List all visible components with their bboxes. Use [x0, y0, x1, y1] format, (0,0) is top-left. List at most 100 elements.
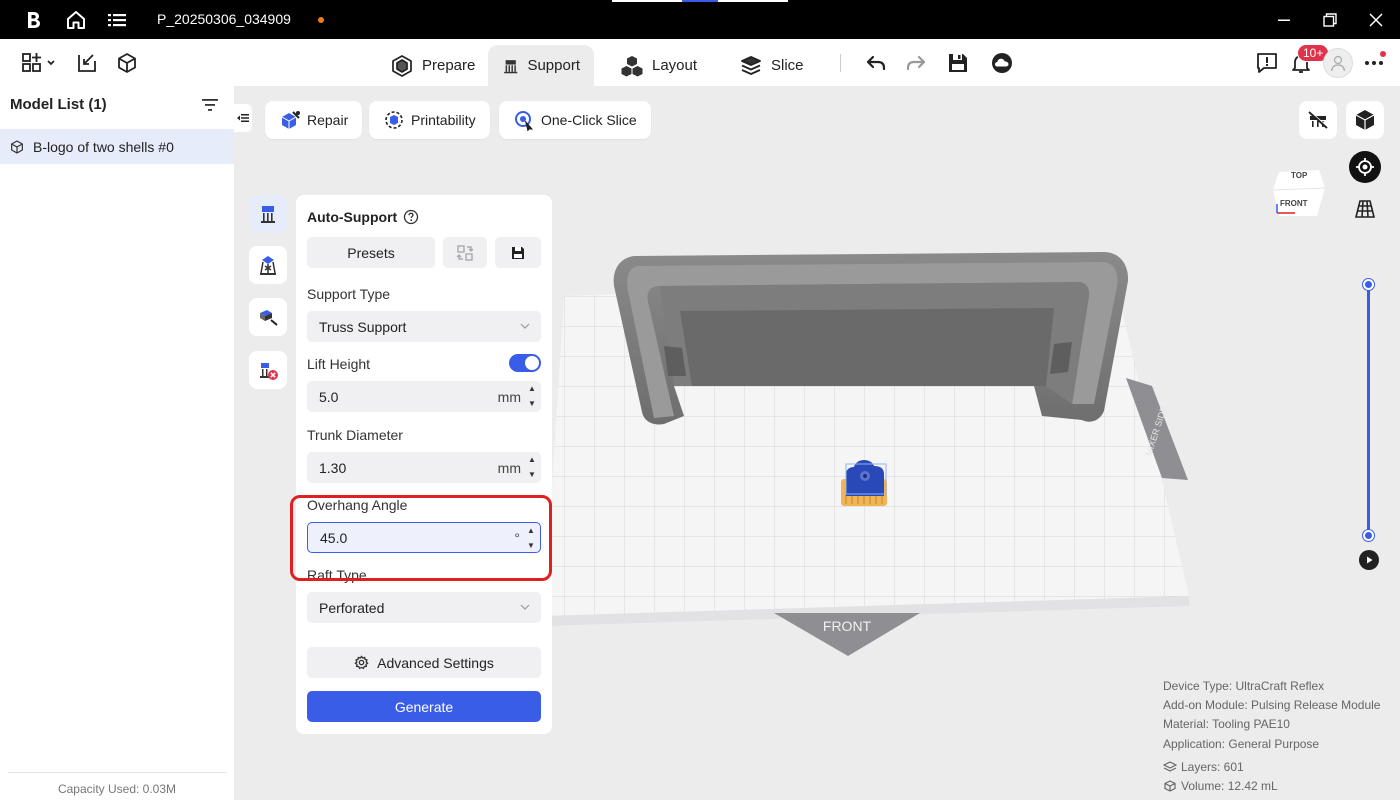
tab-prepare[interactable]: Prepare	[376, 45, 489, 86]
model-cube-icon[interactable]	[115, 51, 139, 75]
home-icon[interactable]	[65, 9, 87, 31]
feedback-icon[interactable]	[1255, 51, 1279, 75]
auto-support-title: Auto-Support	[307, 209, 398, 225]
view-cube[interactable]: TOP FRONT	[1271, 166, 1327, 220]
lift-height-stepper[interactable]: ▲ ▼	[526, 384, 538, 409]
capacity-used: Capacity Used: 0.03M	[57, 782, 177, 796]
model-item-label: B-logo of two shells #0	[33, 138, 174, 155]
save-preset-button[interactable]	[495, 237, 541, 268]
save-preset-icon	[512, 246, 524, 259]
advanced-settings-button[interactable]: Advanced Settings	[307, 647, 541, 678]
lift-height-toggle[interactable]	[509, 354, 541, 372]
one-click-slice-button[interactable]: One-Click Slice	[499, 101, 651, 139]
user-avatar[interactable]	[1323, 48, 1353, 78]
view-mode-button[interactable]	[1346, 101, 1384, 139]
manual-support-tool[interactable]	[249, 246, 287, 284]
overhang-angle-label: Overhang Angle	[307, 497, 408, 513]
raft-type-value: Perforated	[319, 599, 385, 616]
trunk-diameter-label: Trunk Diameter	[307, 427, 403, 443]
view-cube-top-label: TOP	[1291, 171, 1308, 180]
overhang-angle-stepper[interactable]: ▲ ▼	[525, 526, 537, 551]
model-list-item[interactable]: B-logo of two shells #0	[0, 129, 234, 164]
tab-layout-label: Layout	[652, 57, 698, 74]
layer-slider-top-handle[interactable]	[1363, 279, 1374, 290]
printability-button[interactable]: Printability	[369, 101, 490, 139]
repair-button[interactable]: Repair	[265, 101, 363, 139]
cloud-icon[interactable]	[990, 51, 1014, 75]
tab-slice[interactable]: Slice	[725, 45, 818, 86]
play-layers-button[interactable]	[1359, 550, 1379, 570]
front-label: FRONT	[823, 618, 872, 634]
import-icon[interactable]	[75, 51, 99, 75]
trunk-diameter-stepper[interactable]: ▲ ▼	[526, 455, 538, 480]
tab-layout[interactable]: Layout	[606, 45, 711, 86]
help-icon[interactable]	[403, 209, 419, 225]
compare-presets-button[interactable]	[443, 237, 487, 268]
auto-support-icon	[261, 206, 275, 223]
divider	[8, 772, 226, 773]
support-type-value: Truss Support	[319, 318, 407, 335]
raft-type-label: Raft Type	[307, 567, 367, 583]
trunk-diameter-input[interactable]: 1.30 mm ▲ ▼	[307, 452, 541, 483]
trunk-diameter-unit: mm	[497, 459, 521, 476]
overhang-angle-input[interactable]: 45.0 ° ▲ ▼	[307, 522, 541, 553]
restore-button[interactable]	[1318, 8, 1342, 32]
collapse-panel-button[interactable]	[234, 104, 252, 132]
redo-icon[interactable]	[904, 51, 928, 75]
layer-slider-track[interactable]	[1367, 284, 1370, 535]
menu-list-icon[interactable]	[106, 9, 128, 31]
volume-info: Volume: 12.42 mL	[1163, 779, 1278, 793]
gear-icon	[354, 655, 369, 670]
app-logo-icon[interactable]	[23, 9, 45, 31]
title-bar: P_20250306_034909	[0, 0, 1400, 39]
model-cube-icon	[11, 139, 23, 154]
support-type-select[interactable]: Truss Support	[307, 311, 541, 342]
delete-support-icon	[260, 363, 278, 380]
edit-support-icon	[260, 310, 278, 326]
grid-plate-icon	[1354, 200, 1376, 218]
printability-icon	[385, 111, 403, 129]
edit-support-tool[interactable]	[249, 298, 287, 336]
layer-slider-bottom-handle[interactable]	[1363, 530, 1374, 541]
trunk-diameter-value: 1.30	[319, 459, 347, 476]
minimize-button[interactable]	[1272, 8, 1296, 32]
tab-support-label: Support	[527, 57, 580, 74]
auto-support-panel: Auto-Support Presets Support Type Truss …	[296, 195, 552, 734]
raft-type-select[interactable]: Perforated	[307, 592, 541, 623]
save-icon[interactable]	[946, 51, 970, 75]
collapse-icon	[237, 114, 249, 122]
cube-view-icon	[1355, 110, 1375, 130]
volume-icon	[1164, 780, 1176, 792]
main-toolbar: Prepare Support Layout Slice	[0, 39, 1400, 86]
swap-icon	[456, 244, 474, 261]
repair-label: Repair	[307, 112, 349, 128]
layers-icon	[1163, 761, 1177, 772]
delete-support-tool[interactable]	[249, 351, 287, 389]
auto-support-header: Auto-Support	[307, 209, 419, 225]
reset-view-button[interactable]	[1349, 151, 1381, 183]
presets-button[interactable]: Presets	[307, 237, 435, 268]
overhang-angle-unit: °	[514, 529, 520, 546]
model-list-title: Model List (1)	[10, 96, 107, 113]
add-model-menu-icon[interactable]	[20, 51, 60, 75]
device-type-info: Device Type: UltraCraft Reflex	[1163, 679, 1325, 693]
generate-button[interactable]: Generate	[307, 691, 541, 722]
tab-support[interactable]: Support	[488, 45, 594, 86]
hide-support-icon	[1308, 110, 1329, 129]
file-title: P_20250306_034909	[157, 11, 291, 27]
undo-icon[interactable]	[864, 51, 888, 75]
hide-supports-button[interactable]	[1299, 101, 1337, 139]
auto-support-tool[interactable]	[249, 195, 287, 233]
application-info: Application: General Purpose	[1163, 737, 1320, 751]
lift-height-value: 5.0	[319, 388, 339, 405]
plate-view-button[interactable]	[1352, 196, 1378, 222]
avatar-status-dot	[1380, 51, 1386, 57]
lift-height-input[interactable]: 5.0 mm ▲ ▼	[307, 381, 541, 412]
filter-icon[interactable]	[200, 96, 220, 114]
play-icon	[1367, 556, 1373, 564]
volume-value: Volume: 12.42 mL	[1181, 779, 1278, 793]
close-button[interactable]	[1364, 8, 1388, 32]
repair-icon	[281, 111, 300, 129]
addon-module-info: Add-on Module: Pulsing Release Module	[1163, 698, 1381, 712]
layers-info: Layers: 601	[1163, 760, 1244, 774]
